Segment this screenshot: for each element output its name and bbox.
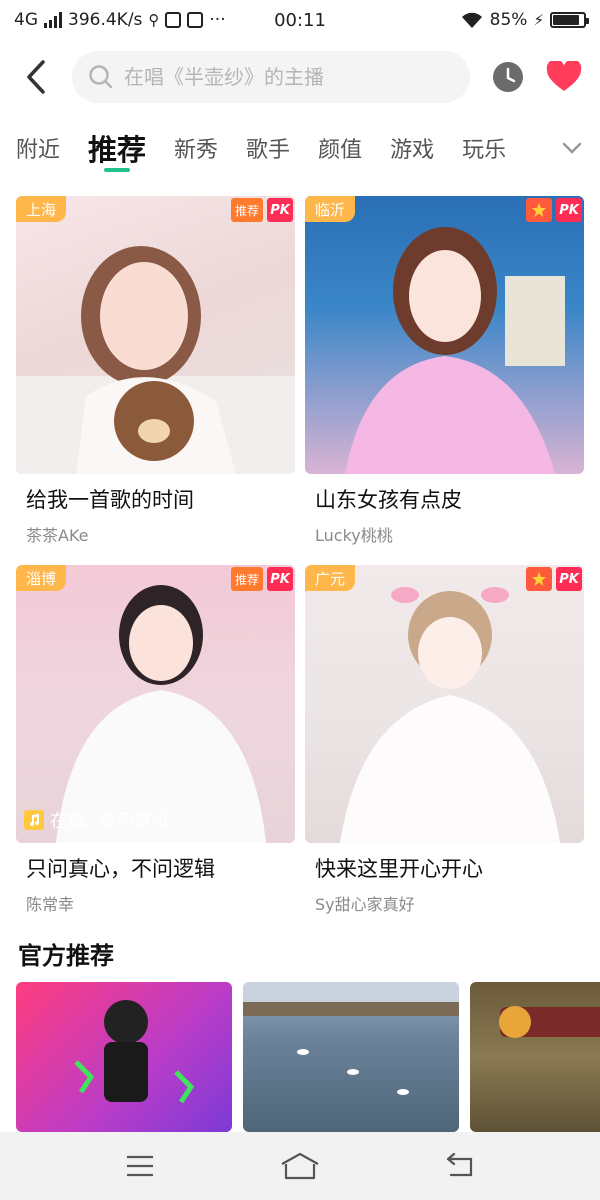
more-notifications-icon: ···	[209, 10, 226, 30]
search-icon	[89, 65, 113, 89]
streamer-photo	[56, 585, 266, 843]
streamer-photo	[16, 246, 295, 474]
network-speed: 396.4K/s	[68, 10, 143, 30]
badge-row: PK	[526, 198, 582, 222]
now-playing-tag: 在播: 显而易见	[24, 807, 170, 833]
now-playing-text: 在播: 显而易见	[50, 811, 170, 832]
stream-title: 快来这里开心开心	[315, 857, 483, 881]
recommend-badge: 推荐	[230, 567, 263, 591]
badge-row: 推荐 PK	[230, 567, 293, 591]
pk-badge: PK	[267, 567, 293, 591]
battery-icon	[550, 12, 589, 28]
battery-percent: 85%	[489, 10, 528, 30]
heart-icon	[546, 61, 582, 91]
promo-artwork	[74, 1000, 195, 1104]
section-title-official: 官方推荐	[18, 942, 114, 970]
tab-singers[interactable]: 歌手	[246, 118, 290, 178]
location-badge: 广元	[305, 565, 356, 591]
badge-row: PK	[526, 567, 582, 591]
menu-button[interactable]	[110, 1136, 170, 1196]
streamer-name: 茶茶AKe	[26, 526, 89, 545]
tab-nearby[interactable]: 附近	[16, 118, 60, 178]
stream-card[interactable]: 广元 PK 快来这里开心开心 Sy甜心家真好	[305, 565, 584, 915]
tab-looks[interactable]: 颜值	[318, 118, 362, 178]
stream-title: 山东女孩有点皮	[315, 488, 462, 512]
promo-artwork	[499, 1006, 600, 1038]
recommend-badge: 推荐	[230, 198, 263, 222]
streamer-photo	[345, 227, 565, 474]
status-right: 85% ⚡	[460, 10, 589, 30]
streamer-name: Sy甜心家真好	[315, 895, 415, 914]
stream-card[interactable]: 上海 推荐 PK 给我一首歌的时间 茶茶AKe	[16, 196, 295, 546]
stream-thumbnail[interactable]: 广元 PK	[305, 565, 584, 843]
signal-icon	[44, 12, 62, 28]
star-badge	[526, 198, 552, 222]
status-bar: 4G 396.4K/s ⚲ ··· 00:11 85% ⚡	[0, 0, 600, 40]
back-button[interactable]	[8, 48, 64, 106]
stream-card[interactable]: 临沂 PK 山东女孩有点皮 Lucky桃桃	[305, 196, 584, 546]
pk-badge: PK	[556, 567, 582, 591]
location-badge: 淄博	[16, 565, 67, 591]
tab-newcomers[interactable]: 新秀	[174, 118, 218, 178]
star-badge	[526, 567, 552, 591]
promo-card[interactable]	[16, 982, 232, 1132]
system-nav-bar	[0, 1132, 600, 1200]
official-promo-row	[16, 982, 600, 1132]
location-badge: 上海	[16, 196, 67, 222]
charging-icon: ⚡	[533, 11, 544, 29]
tabs-fade	[520, 118, 556, 178]
wifi-icon	[461, 12, 482, 28]
streamer-name: Lucky桃桃	[315, 526, 393, 545]
promo-card[interactable]	[470, 982, 600, 1132]
pk-badge: PK	[556, 198, 582, 222]
promo-artwork	[243, 982, 459, 1095]
app-notification-icon-2	[187, 12, 204, 28]
tabs-expand-button[interactable]	[556, 128, 588, 168]
history-button[interactable]	[490, 59, 526, 95]
promo-card[interactable]	[243, 982, 459, 1132]
back-arrow-icon	[27, 60, 45, 94]
stream-title: 给我一首歌的时间	[26, 488, 194, 512]
star-icon	[532, 203, 546, 217]
location-badge: 临沂	[305, 196, 356, 222]
pk-badge: PK	[267, 198, 293, 222]
menu-icon	[127, 1155, 153, 1177]
system-back-button[interactable]	[430, 1136, 490, 1196]
status-left: 4G 396.4K/s ⚲ ···	[14, 10, 226, 30]
favorites-button[interactable]	[544, 57, 584, 97]
return-icon	[446, 1153, 473, 1177]
tab-fun[interactable]: 玩乐	[462, 118, 506, 178]
stream-card[interactable]: 淄博 推荐 PK 在播: 显而易见 只问真心，不问逻辑 陈常幸	[16, 565, 295, 915]
app-notification-icon	[165, 12, 182, 28]
home-icon	[281, 1152, 319, 1180]
music-note-icon	[24, 810, 44, 830]
streamer-name: 陈常幸	[26, 895, 75, 914]
home-button[interactable]	[270, 1136, 330, 1196]
stream-title: 只问真心，不问逻辑	[26, 857, 215, 881]
category-tabs: 附近 推荐 新秀 歌手 颜值 游戏 玩乐	[0, 118, 600, 178]
tab-recommended[interactable]: 推荐	[88, 118, 146, 178]
search-input[interactable]	[124, 65, 444, 89]
usb-icon: ⚲	[148, 11, 160, 29]
star-icon	[532, 572, 546, 586]
network-type: 4G	[14, 10, 38, 30]
chevron-down-icon	[562, 142, 582, 154]
top-bar	[0, 48, 600, 106]
badge-row: 推荐 PK	[230, 198, 293, 222]
tab-games[interactable]: 游戏	[390, 118, 434, 178]
stream-thumbnail[interactable]: 淄博 推荐 PK 在播: 显而易见	[16, 565, 295, 843]
clock-icon	[493, 62, 523, 92]
stream-thumbnail[interactable]: 上海 推荐 PK	[16, 196, 295, 474]
stream-thumbnail[interactable]: 临沂 PK	[305, 196, 584, 474]
streamer-photo	[340, 587, 560, 843]
search-box[interactable]	[72, 51, 470, 103]
